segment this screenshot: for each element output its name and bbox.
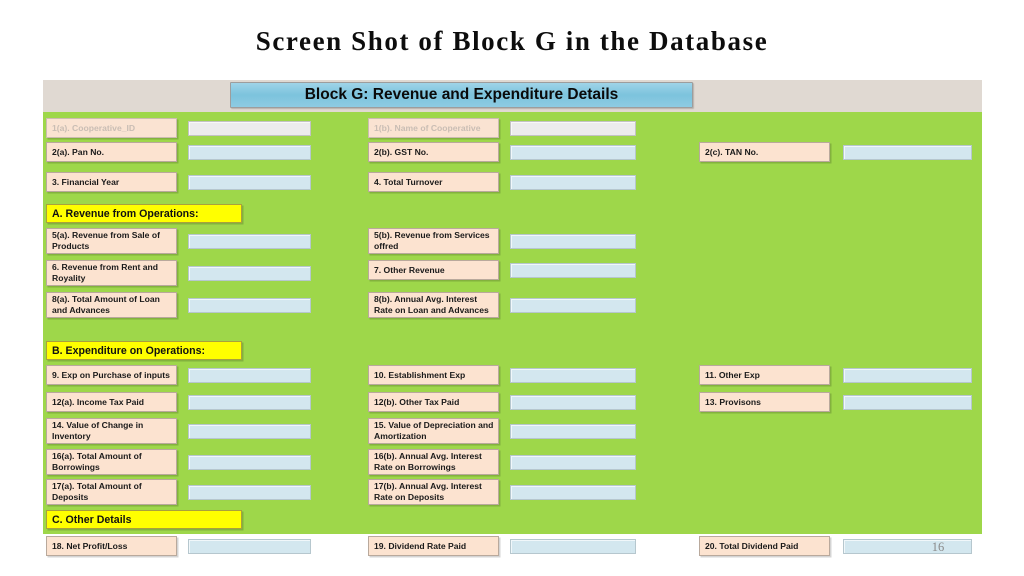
field-input-interest-rate-deposits[interactable] xyxy=(510,485,636,500)
field-input-financial-year[interactable] xyxy=(188,175,311,190)
section-other: C. Other Details xyxy=(46,510,242,529)
field-label-total-deposits: 17(a). Total Amount of Deposits xyxy=(46,479,177,505)
field-input-revenue-from-services[interactable] xyxy=(510,234,636,249)
field-label-net-profit-loss: 18. Net Profit/Loss xyxy=(46,536,177,556)
field-label-revenue-sale-of-products: 5(a). Revenue from Sale of Products xyxy=(46,228,177,254)
field-input-other-exp[interactable] xyxy=(843,368,972,383)
field-label-total-borrowings: 16(a). Total Amount of Borrowings xyxy=(46,449,177,475)
field-input-net-profit-loss[interactable] xyxy=(188,539,311,554)
field-input-name-of-cooperative xyxy=(510,121,636,136)
field-input-revenue-rent-royality[interactable] xyxy=(188,266,311,281)
field-label-value-change-inventory: 14. Value of Change in Inventory xyxy=(46,418,177,444)
field-label-other-tax-paid: 12(b). Other Tax Paid xyxy=(368,392,499,412)
database-form-screenshot: Block G: Revenue and Expenditure Details… xyxy=(43,80,982,556)
field-label-other-exp: 11. Other Exp xyxy=(699,365,830,385)
field-label-provisons: 13. Provisons xyxy=(699,392,830,412)
field-label-revenue-from-services: 5(b). Revenue from Services offred xyxy=(368,228,499,254)
field-label-other-revenue: 7. Other Revenue xyxy=(368,260,499,280)
block-header-bar: Block G: Revenue and Expenditure Details xyxy=(230,82,693,108)
field-label-tan-no: 2(c). TAN No. xyxy=(699,142,830,162)
field-input-total-loan-advances[interactable] xyxy=(188,298,311,313)
field-label-dividend-rate-paid: 19. Dividend Rate Paid xyxy=(368,536,499,556)
field-label-interest-rate-borrowings: 16(b). Annual Avg. Interest Rate on Borr… xyxy=(368,449,499,475)
field-label-establishment-exp: 10. Establishment Exp xyxy=(368,365,499,385)
field-input-total-turnover[interactable] xyxy=(510,175,636,190)
field-input-provisons[interactable] xyxy=(843,395,972,410)
field-input-total-borrowings[interactable] xyxy=(188,455,311,470)
field-label-gst-no: 2(b). GST No. xyxy=(368,142,499,162)
field-input-value-depreciation-amortization[interactable] xyxy=(510,424,636,439)
field-label-exp-purchase-inputs: 9. Exp on Purchase of inputs xyxy=(46,365,177,385)
field-label-financial-year: 3. Financial Year xyxy=(46,172,177,192)
block-header-title: Block G: Revenue and Expenditure Details xyxy=(304,86,619,103)
form-canvas: 1(a). Cooperative_ID 1(b). Name of Cooper… xyxy=(43,112,982,556)
section-expenditure: B. Expenditure on Operations: xyxy=(46,341,242,360)
field-label-pan-no: 2(a). Pan No. xyxy=(46,142,177,162)
field-label-cooperative-id: 1(a). Cooperative_ID xyxy=(46,118,177,138)
field-label-income-tax-paid: 12(a). Income Tax Paid xyxy=(46,392,177,412)
field-input-total-deposits[interactable] xyxy=(188,485,311,500)
field-input-pan-no[interactable] xyxy=(188,145,311,160)
field-input-value-change-inventory[interactable] xyxy=(188,424,311,439)
field-input-establishment-exp[interactable] xyxy=(510,368,636,383)
page-title: Screen Shot of Block G in the Database xyxy=(255,26,769,56)
field-input-dividend-rate-paid[interactable] xyxy=(510,539,636,554)
field-input-tan-no[interactable] xyxy=(843,145,972,160)
field-label-interest-rate-loan-advances: 8(b). Annual Avg. Interest Rate on Loan … xyxy=(368,292,499,318)
slide-page-number: 16 xyxy=(931,540,945,554)
section-revenue: A. Revenue from Operations: xyxy=(46,204,242,223)
field-label-name-of-cooperative: 1(b). Name of Cooperative xyxy=(368,118,499,138)
field-label-value-depreciation-amortization: 15. Value of Depreciation and Amortizati… xyxy=(368,418,499,444)
field-label-total-turnover: 4. Total Turnover xyxy=(368,172,499,192)
field-input-interest-rate-loan-advances[interactable] xyxy=(510,298,636,313)
field-label-revenue-rent-royality: 6. Revenue from Rent and Royality xyxy=(46,260,177,286)
field-input-other-revenue[interactable] xyxy=(510,263,636,278)
field-input-gst-no[interactable] xyxy=(510,145,636,160)
field-input-interest-rate-borrowings[interactable] xyxy=(510,455,636,470)
field-input-revenue-sale-of-products[interactable] xyxy=(188,234,311,249)
field-input-cooperative-id xyxy=(188,121,311,136)
field-label-total-loan-advances: 8(a). Total Amount of Loan and Advances xyxy=(46,292,177,318)
field-label-interest-rate-deposits: 17(b). Annual Avg. Interest Rate on Depo… xyxy=(368,479,499,505)
field-input-exp-purchase-inputs[interactable] xyxy=(188,368,311,383)
field-label-total-dividend-paid: 20. Total Dividend Paid xyxy=(699,536,830,556)
field-input-income-tax-paid[interactable] xyxy=(188,395,311,410)
field-input-other-tax-paid[interactable] xyxy=(510,395,636,410)
